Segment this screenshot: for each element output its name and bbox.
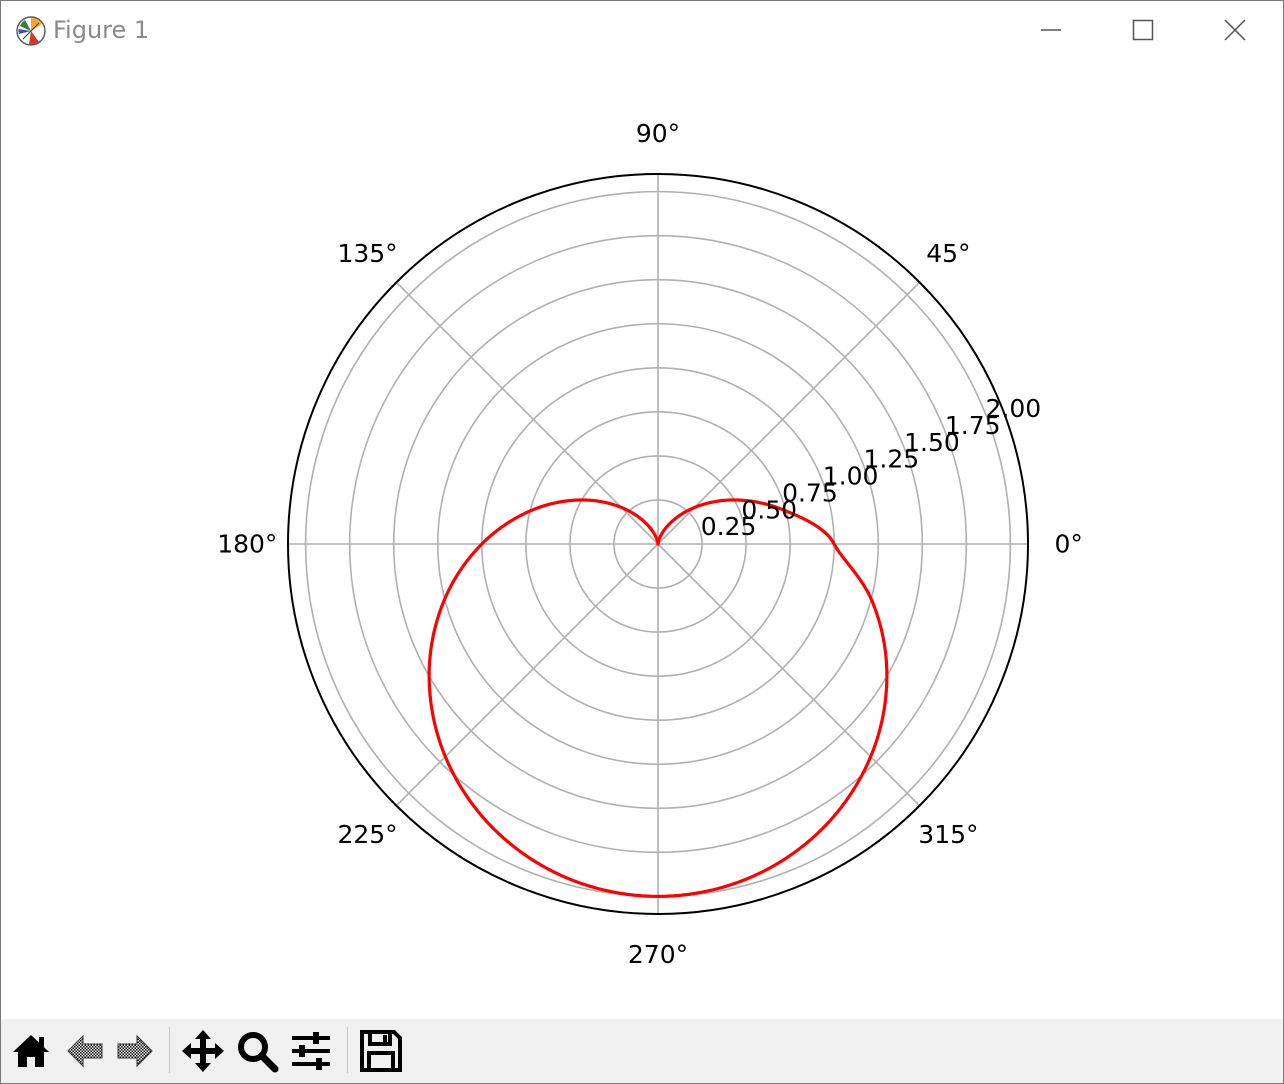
- floppy-disk-icon: [360, 1030, 402, 1072]
- save-button[interactable]: [359, 1029, 403, 1073]
- minimize-icon: [1041, 29, 1061, 31]
- close-icon: [1224, 19, 1246, 41]
- r-tick-label: 2.00: [986, 394, 1042, 423]
- minimize-button[interactable]: [1005, 1, 1097, 59]
- home-button[interactable]: [9, 1029, 53, 1073]
- theta-grid-line: [395, 543, 659, 807]
- configure-subplots-button[interactable]: [289, 1029, 333, 1073]
- window-title: Figure 1: [53, 16, 150, 44]
- theta-tick-label: 270°: [628, 940, 688, 969]
- maximize-icon: [1132, 19, 1154, 41]
- theta-tick-label: 225°: [337, 820, 397, 849]
- polar-chart[interactable]: 0°45°90°135°180°225°270°315°0.250.500.75…: [1, 59, 1283, 1019]
- arrow-right-icon: [117, 1034, 153, 1068]
- move-icon: [182, 1030, 224, 1072]
- toolbar-separator: [169, 1027, 170, 1073]
- theta-tick-label: 45°: [926, 239, 970, 268]
- theta-tick-label: 90°: [636, 119, 680, 148]
- sliders-icon: [292, 1032, 330, 1070]
- theta-tick-label: 315°: [918, 820, 978, 849]
- toolbar-separator: [347, 1027, 348, 1073]
- title-bar[interactable]: Figure 1: [1, 1, 1283, 59]
- maximize-button[interactable]: [1097, 1, 1189, 59]
- theta-grid-line: [657, 543, 921, 807]
- theta-tick-label: 180°: [217, 530, 277, 559]
- figure-window: Figure 1 0° 45° 90° 135° 180° 225° 270° 315° 0.2…: [0, 0, 1284, 1084]
- theta-tick-label: 0°: [1054, 530, 1082, 559]
- back-button[interactable]: [63, 1029, 107, 1073]
- home-icon: [13, 1035, 49, 1067]
- matplotlib-logo-icon[interactable]: [15, 15, 47, 47]
- pan-button[interactable]: [181, 1029, 225, 1073]
- close-button[interactable]: [1189, 1, 1281, 59]
- figure-canvas[interactable]: 0° 45° 90° 135° 180° 225° 270° 315° 0.25 0.50 0.75…: [1, 59, 1283, 1019]
- forward-button[interactable]: [113, 1029, 157, 1073]
- arrow-left-icon: [67, 1034, 103, 1068]
- theta-tick-label: 135°: [337, 239, 397, 268]
- zoom-button[interactable]: [235, 1029, 279, 1073]
- navigation-toolbar: [1, 1019, 1283, 1083]
- magnifier-icon: [238, 1032, 279, 1073]
